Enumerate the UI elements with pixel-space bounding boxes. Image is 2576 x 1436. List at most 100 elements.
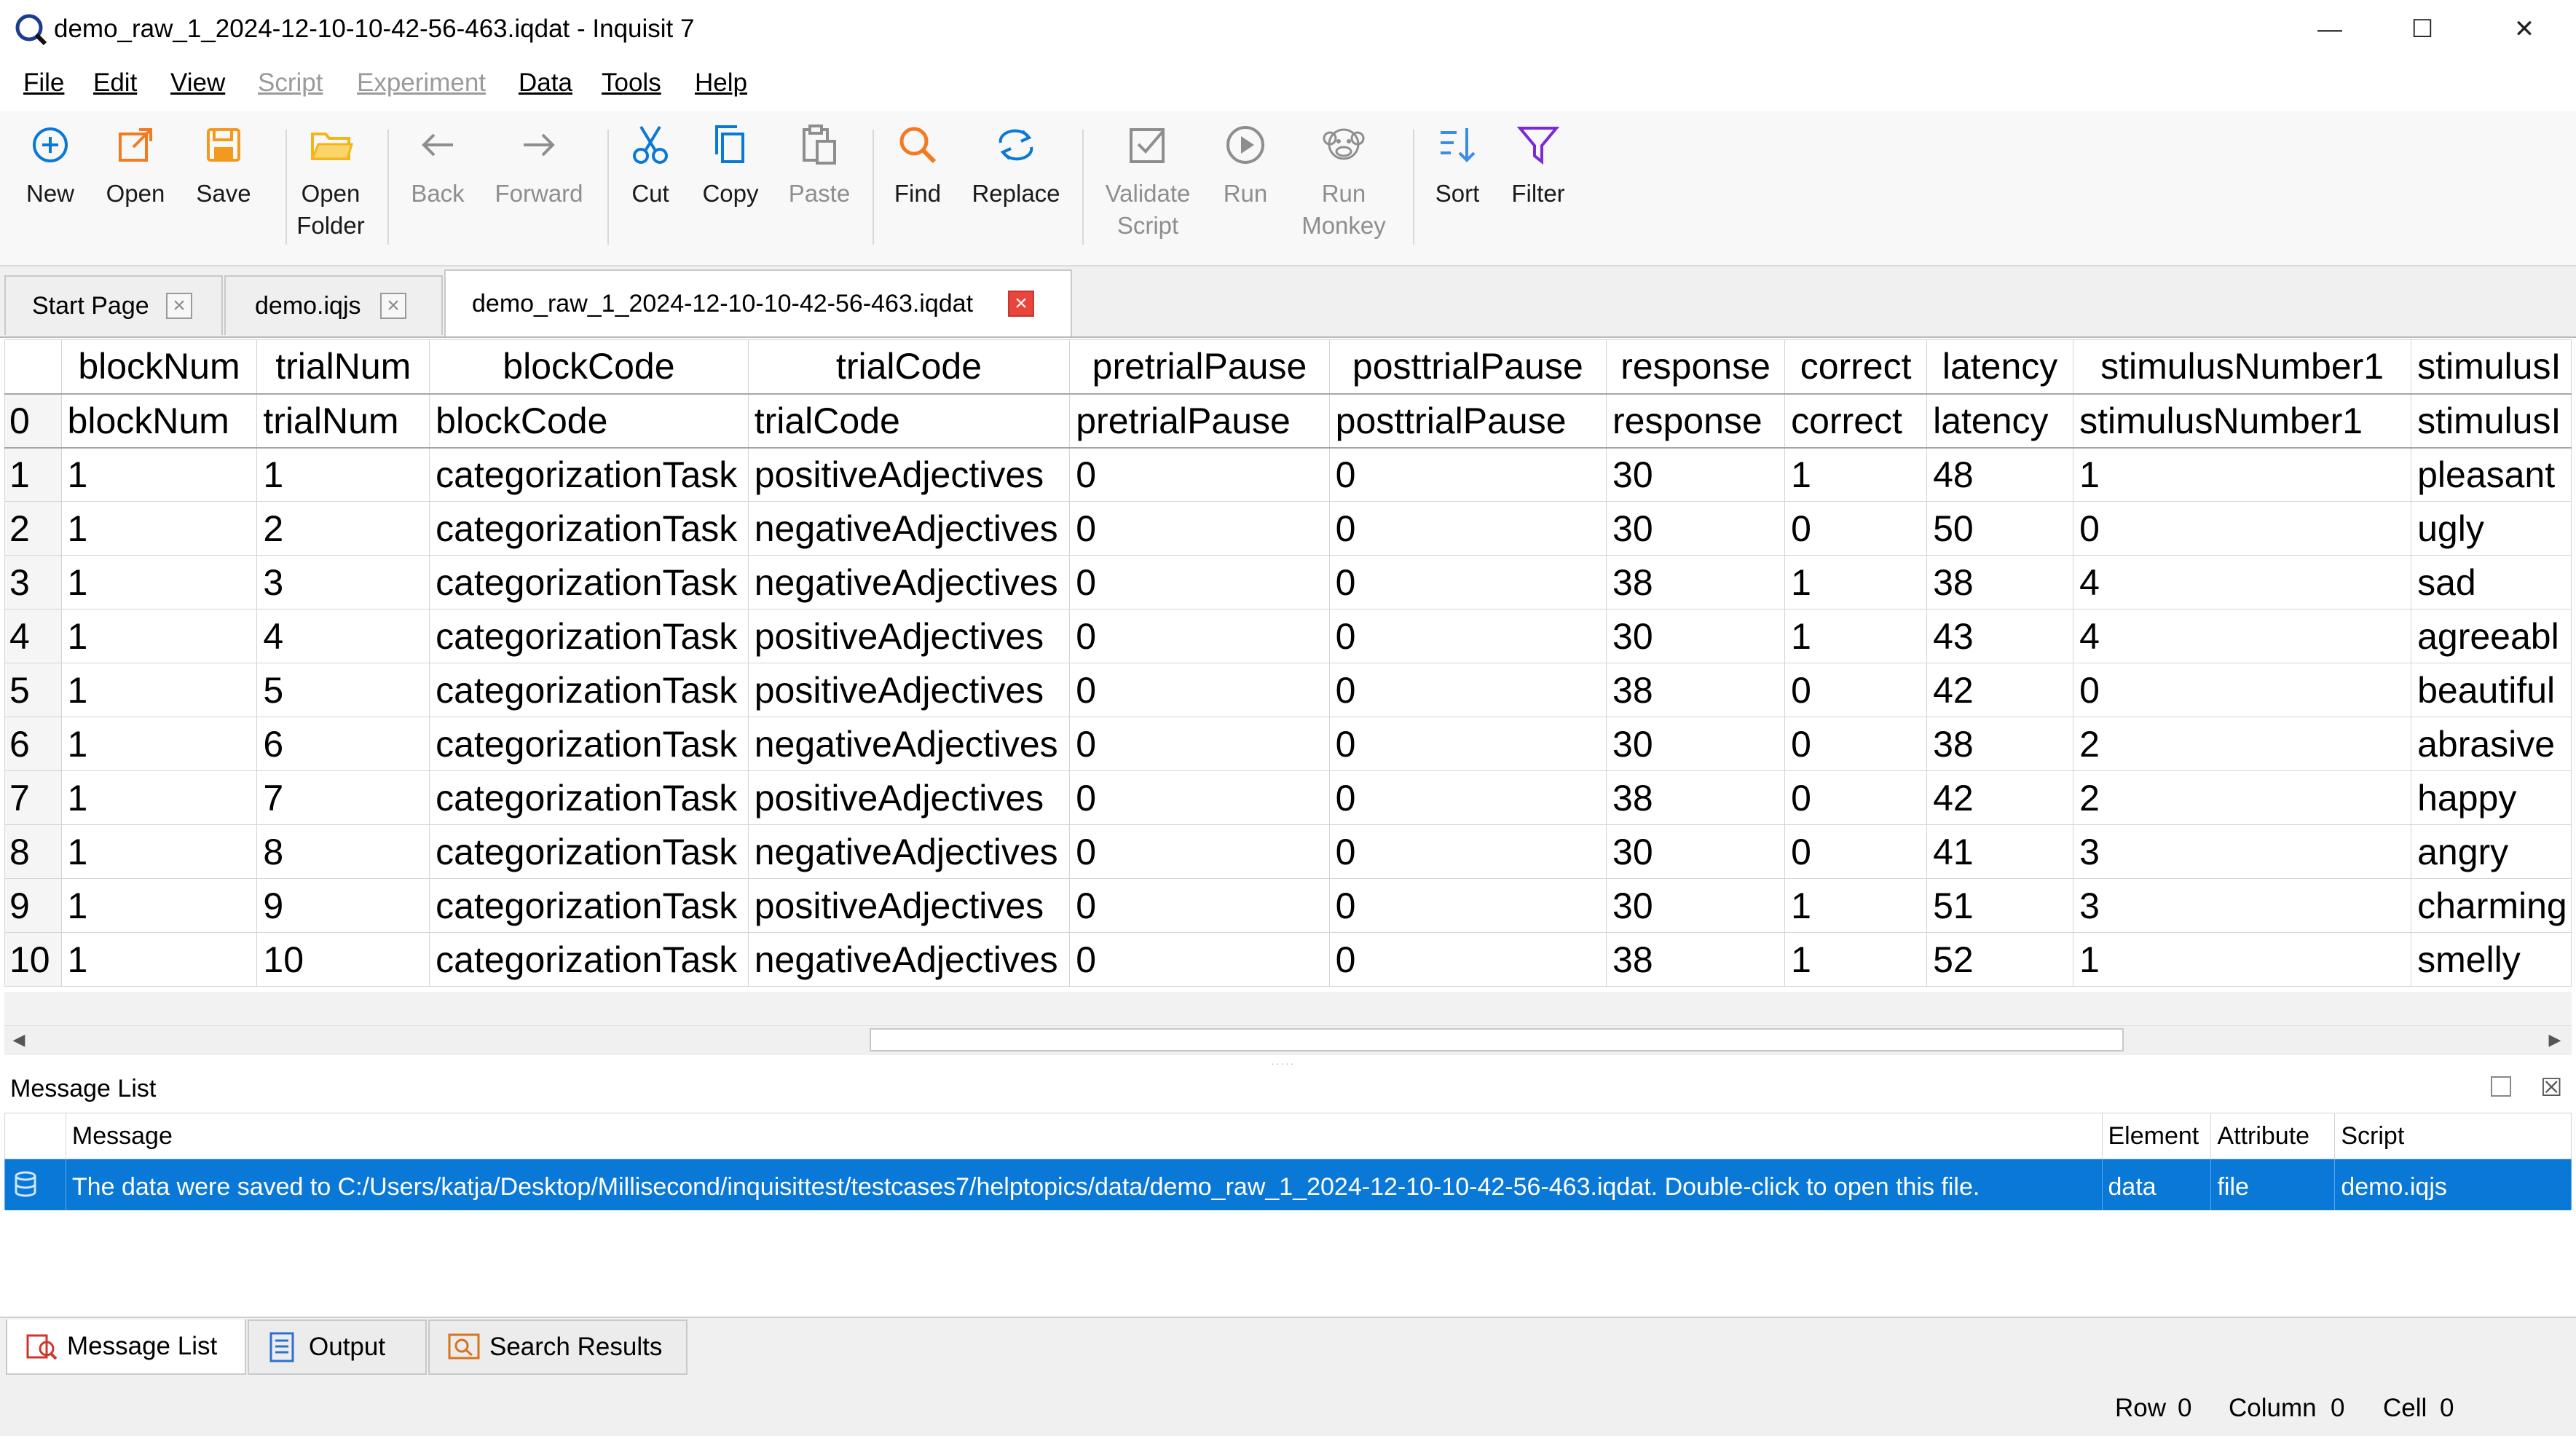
cell[interactable]: 1 [60,663,258,717]
column-header[interactable]: blockNum [60,339,258,395]
cell[interactable]: 0 [1069,824,1330,879]
cell[interactable]: 2 [2073,717,2412,771]
column-header[interactable]: correct [1784,339,1928,395]
tab-demo-iqjs[interactable]: demo.iqjs × [224,275,443,335]
cell[interactable]: 0 [2073,663,2412,717]
cell[interactable]: beautiful [2411,663,2572,717]
cell[interactable]: pretrialPause [1069,393,1330,449]
table-row[interactable]: 2 1 2 categorizationTask negativeAdjectives 0… [4,501,2572,556]
tab-close-icon[interactable]: × [380,293,406,319]
cell[interactable]: angry [2411,824,2572,879]
paste-button[interactable]: Paste [772,122,867,210]
filter-button[interactable]: Filter [1491,122,1586,210]
cell[interactable]: response [1606,393,1786,449]
cell[interactable]: categorizationTask [429,932,749,987]
cell[interactable]: 50 [1926,501,2074,556]
cell[interactable]: categorizationTask [429,555,749,609]
cell[interactable]: 30 [1606,447,1786,502]
cell[interactable]: categorizationTask [429,878,749,933]
table-row[interactable]: 6 1 6 categorizationTask negativeAdjectives 0… [4,717,2572,771]
cell[interactable]: 0 [1069,878,1330,933]
cell[interactable]: 3 [2073,824,2412,879]
cell[interactable]: 42 [1926,663,2074,717]
forward-button[interactable]: Forward [492,122,586,210]
column-header[interactable]: blockCode [429,339,749,395]
cell[interactable]: stimulusI [2411,393,2572,449]
cell[interactable]: 38 [1926,717,2074,771]
cell[interactable]: 0 [2073,501,2412,556]
cell[interactable]: 38 [1606,770,1786,825]
cell[interactable]: positiveAdjectives [747,663,1071,717]
cell[interactable]: happy [2411,770,2572,825]
column-header[interactable]: pretrialPause [1069,339,1330,395]
cell[interactable]: 0 [1784,770,1928,825]
cell[interactable]: 6 [256,717,430,771]
cell[interactable]: smelly [2411,932,2572,987]
cell[interactable]: 4 [256,609,430,663]
row-number[interactable]: 5 [4,663,62,717]
cell[interactable]: 2 [256,501,430,556]
row-number[interactable]: 0 [4,393,62,449]
cell[interactable]: 9 [256,878,430,933]
cell[interactable]: 8 [256,824,430,879]
cell[interactable]: 2 [2073,770,2412,825]
column-header[interactable]: posttrialPause [1328,339,1607,395]
cell[interactable]: ugly [2411,501,2572,556]
tab-start-page[interactable]: Start Page × [4,275,223,335]
cell[interactable]: abrasive [2411,717,2572,771]
cell[interactable]: 1 [60,770,258,825]
tab-output[interactable]: Output [248,1319,427,1375]
column-header[interactable]: latency [1926,339,2074,395]
cell[interactable]: categorizationTask [429,717,749,771]
row-number[interactable]: 2 [4,501,62,556]
column-header-element[interactable]: Element [2101,1113,2212,1159]
cell[interactable]: categorizationTask [429,447,749,502]
find-button[interactable]: Find [870,122,965,210]
menu-tools[interactable]: Tools [602,68,661,98]
cell[interactable]: 0 [1069,663,1330,717]
minimize-button[interactable]: — [2280,0,2380,58]
close-panel-icon[interactable]: ☒ [2540,1073,2562,1102]
cell[interactable]: 3 [256,555,430,609]
cell[interactable]: trialNum [256,393,430,449]
cell[interactable]: categorizationTask [429,609,749,663]
cell[interactable]: 48 [1926,447,2074,502]
cell[interactable]: 0 [1328,878,1607,933]
column-header-attribute[interactable]: Attribute [2210,1113,2336,1159]
scrollbar-thumb[interactable] [870,1028,2124,1052]
cell[interactable]: 1 [60,447,258,502]
menu-experiment[interactable]: Experiment [357,68,486,98]
cell[interactable]: 0 [1328,770,1607,825]
cell[interactable]: 38 [1606,663,1786,717]
row-number[interactable]: 9 [4,878,62,933]
cell[interactable]: positiveAdjectives [747,770,1071,825]
cell[interactable]: negativeAdjectives [747,501,1071,556]
column-header[interactable]: response [1606,339,1786,395]
replace-button[interactable]: Replace [969,122,1063,210]
message-row[interactable]: The data were saved to C:/Users/katja/De… [4,1159,2572,1215]
tab-close-icon[interactable]: × [1008,291,1034,317]
cell[interactable]: 0 [1069,447,1330,502]
cell[interactable]: 30 [1606,824,1786,879]
maximize-button[interactable]: ☐ [2372,0,2473,58]
cell[interactable]: 0 [1328,447,1607,502]
cell[interactable]: 1 [256,447,430,502]
cell[interactable]: negativeAdjectives [747,555,1071,609]
cell[interactable]: 41 [1926,824,2074,879]
cell[interactable]: blockNum [60,393,258,449]
cell[interactable]: 1 [60,878,258,933]
cell[interactable]: posttrialPause [1328,393,1607,449]
cell[interactable]: 42 [1926,770,2074,825]
cell[interactable]: pleasant [2411,447,2572,502]
cell[interactable]: 7 [256,770,430,825]
cell[interactable]: 3 [2073,878,2412,933]
table-row[interactable]: 0 blockNum trialNum blockCode trialCode … [4,393,2572,449]
message-list-table[interactable]: Message Element Attribute Script The dat… [4,1113,2572,1215]
cell[interactable]: 0 [1069,555,1330,609]
table-row[interactable]: 5 1 5 categorizationTask positiveAdjectives 0… [4,663,2572,717]
cell[interactable]: 1 [2073,447,2412,502]
row-number[interactable]: 8 [4,824,62,879]
cell[interactable]: latency [1926,393,2074,449]
cell[interactable]: categorizationTask [429,770,749,825]
table-row[interactable]: 10 1 10 categorizationTask negativeAdjective… [4,932,2572,987]
